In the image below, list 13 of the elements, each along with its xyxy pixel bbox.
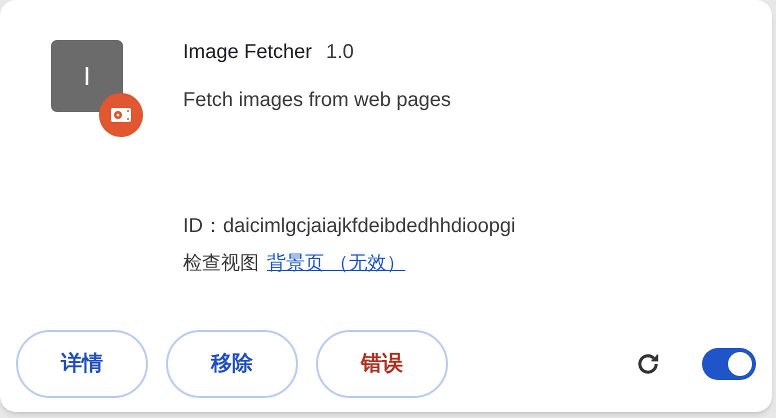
id-label: ID： bbox=[183, 214, 223, 239]
enable-toggle[interactable] bbox=[702, 348, 756, 380]
inspect-views-label: 检查视图 bbox=[183, 252, 259, 276]
extension-version: 1.0 bbox=[326, 40, 354, 64]
extension-description: Fetch images from web pages bbox=[183, 88, 452, 113]
background-page-link[interactable]: 背景页 （无效） bbox=[267, 252, 406, 276]
extension-icon: I bbox=[51, 40, 123, 112]
camera-badge-icon bbox=[99, 93, 143, 137]
extension-id: daicimlgcjaiajkfdeibdedhhdioopgi bbox=[223, 214, 516, 239]
errors-button[interactable]: 错误 bbox=[316, 330, 448, 398]
action-button[interactable]: 移除 bbox=[166, 330, 298, 398]
action-button[interactable]: 详情 bbox=[16, 330, 148, 398]
extension-name: Image Fetcher bbox=[183, 40, 312, 64]
